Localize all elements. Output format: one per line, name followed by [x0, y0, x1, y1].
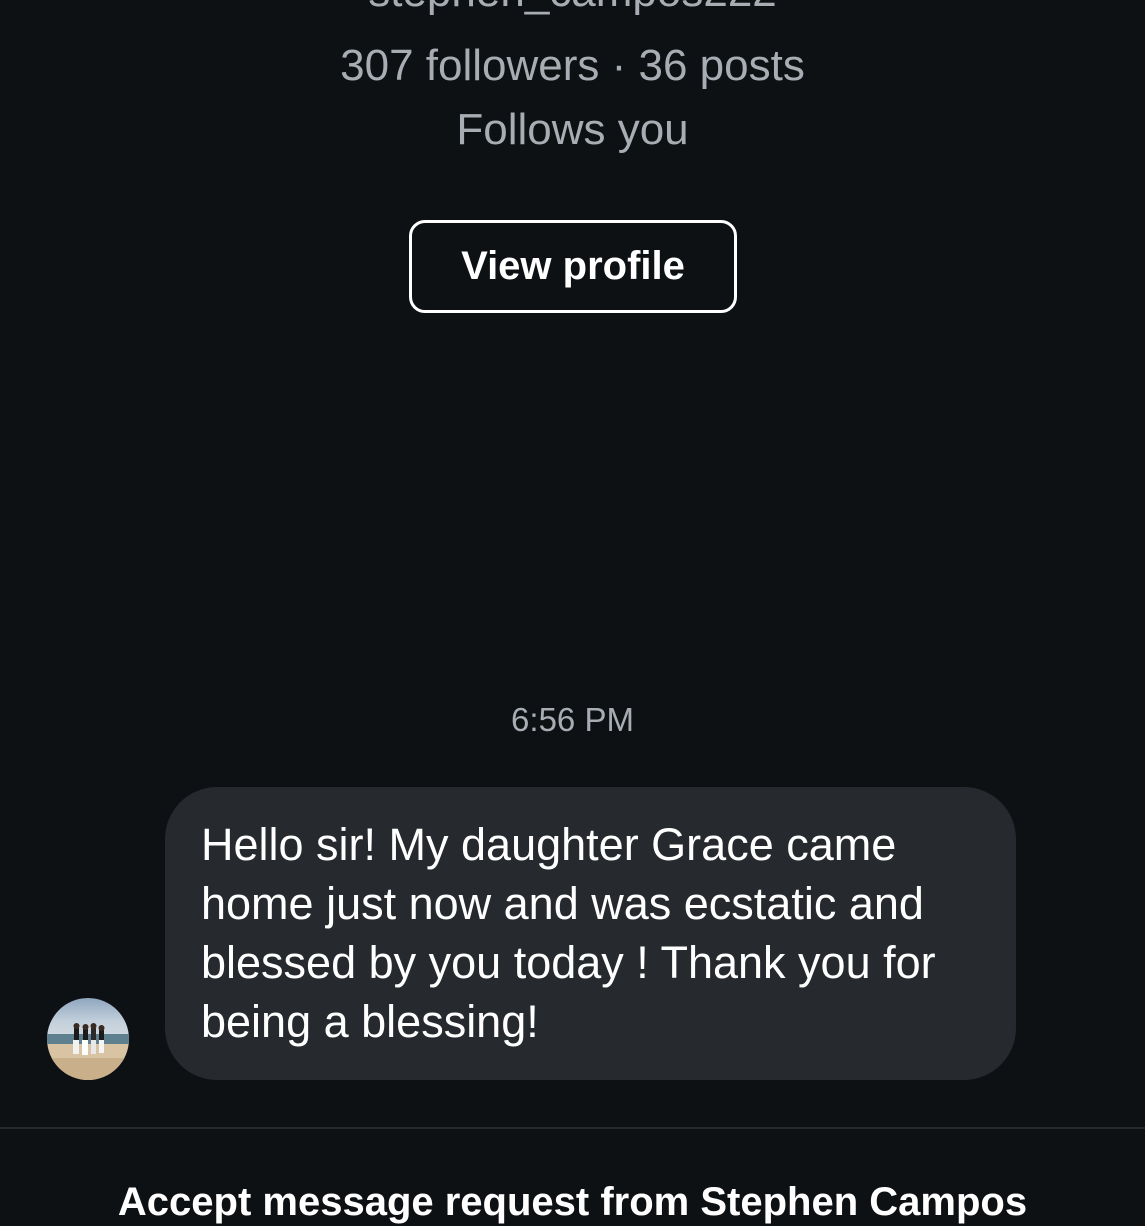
message-timestamp: 6:56 PM — [511, 701, 634, 738]
follows-you-label: Follows you — [456, 105, 689, 154]
sender-avatar[interactable] — [47, 998, 129, 1080]
profile-stats: 307 followers · 36 posts — [340, 41, 805, 90]
profile-username: stephen_campos222 — [0, 0, 1145, 17]
divider — [0, 1127, 1145, 1129]
message-bubble[interactable]: Hello sir! My daughter Grace came home j… — [165, 787, 1016, 1080]
avatar-photo-icon — [47, 998, 129, 1080]
view-profile-button[interactable]: View profile — [409, 220, 737, 313]
accept-request-prompt: Accept message request from Stephen Camp… — [117, 1180, 1028, 1224]
